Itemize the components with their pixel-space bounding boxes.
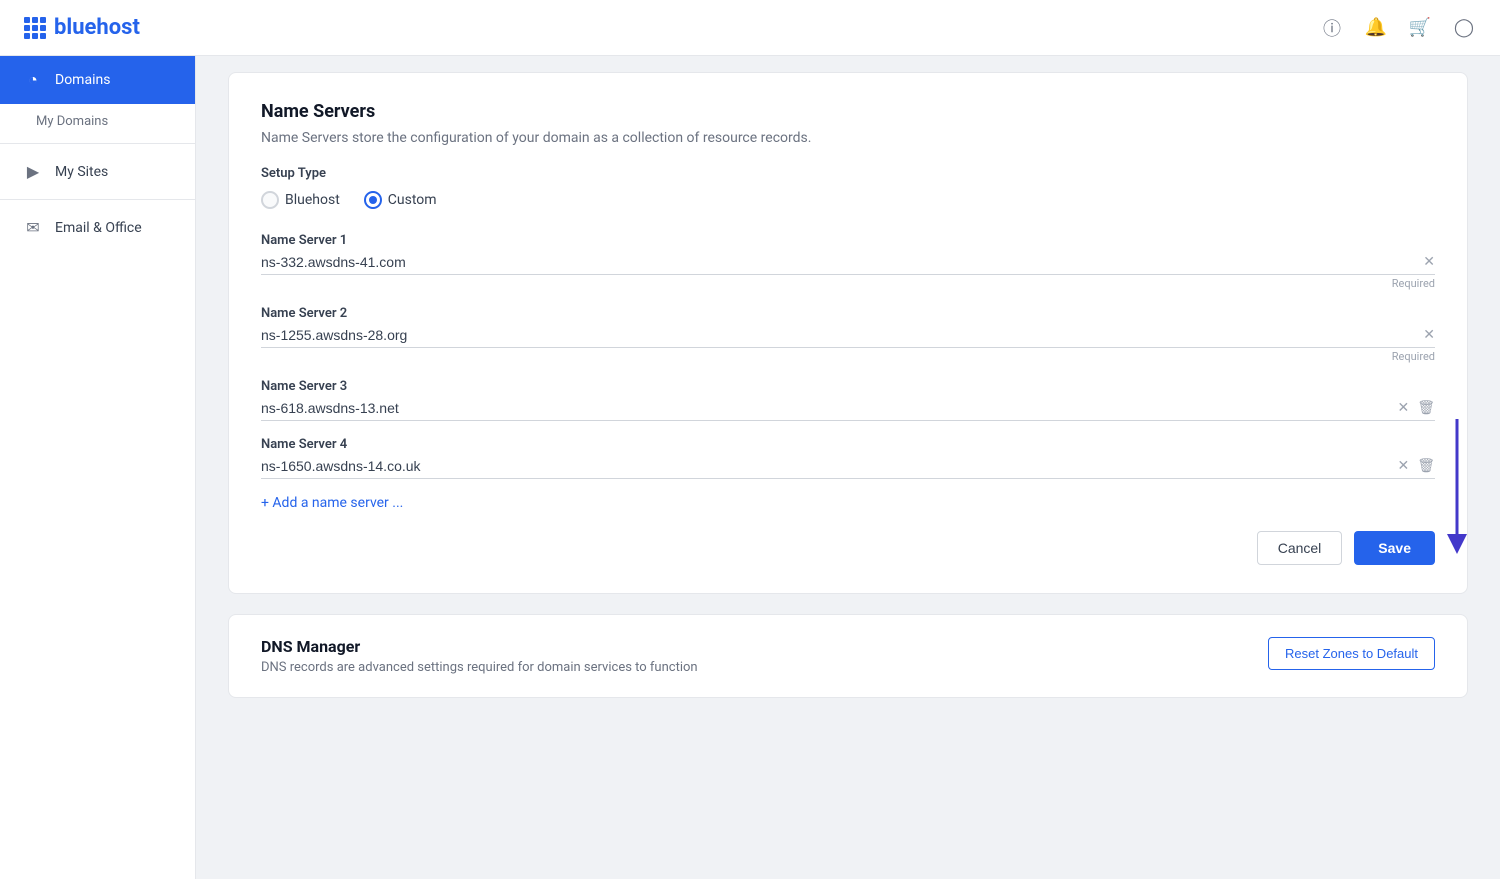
cancel-button[interactable]: Cancel: [1257, 531, 1343, 565]
radio-bluehost[interactable]: Bluehost: [261, 191, 340, 209]
ns-clear-icon-1[interactable]: ✕: [1423, 254, 1435, 270]
ns-clear-icon-4[interactable]: ✕: [1397, 458, 1409, 474]
sidebar-email-office-label: Email & Office: [55, 220, 142, 236]
ns-clear-icon-3[interactable]: ✕: [1397, 400, 1409, 416]
sidebar-item-email-office[interactable]: ✉ Email & Office: [0, 204, 195, 251]
domains-icon: ◔: [23, 70, 43, 90]
ns-delete-icon-4[interactable]: 🗑: [1417, 458, 1435, 474]
sidebar-divider-2: [0, 199, 195, 200]
radio-bluehost-label: Bluehost: [285, 192, 340, 208]
email-icon: ✉: [23, 218, 43, 237]
save-button[interactable]: Save: [1354, 531, 1435, 565]
ns-hint-2: Required: [261, 350, 1435, 363]
ns-input-3[interactable]: [261, 400, 1389, 416]
ns-label-3: Name Server 3: [261, 379, 1435, 394]
ns-input-row-2: ✕: [261, 327, 1435, 348]
sidebar-domains-label: Domains: [55, 72, 110, 88]
ns-input-2[interactable]: [261, 327, 1415, 343]
radio-custom-circle: [364, 191, 382, 209]
ns-clear-icon-2[interactable]: ✕: [1423, 327, 1435, 343]
header: bluehost ⓘ 🔔 🛒 ◯: [0, 0, 1500, 56]
logo-text: bluehost: [54, 15, 140, 40]
arrow-annotation: [1437, 419, 1477, 563]
logo: bluehost: [24, 15, 1320, 40]
nameserver-field-4: Name Server 4 ✕ 🗑: [261, 437, 1435, 479]
nameserver-field-3: Name Server 3 ✕ 🗑: [261, 379, 1435, 421]
ns-input-row-1: ✕: [261, 254, 1435, 275]
cart-icon[interactable]: 🛒: [1408, 16, 1432, 40]
sidebar: ◔ Domains My Domains ▶ My Sites ✉ Email …: [0, 56, 196, 879]
sidebar-item-domains[interactable]: ◔ Domains: [0, 56, 195, 104]
dns-info: DNS Manager DNS records are advanced set…: [261, 637, 698, 675]
nameservers-card: Name Servers Name Servers store the conf…: [228, 72, 1468, 594]
card-description: Name Servers store the configuration of …: [261, 130, 1435, 146]
radio-bluehost-circle: [261, 191, 279, 209]
radio-custom[interactable]: Custom: [364, 191, 437, 209]
dns-manager-description: DNS records are advanced settings requir…: [261, 660, 698, 675]
notification-icon[interactable]: 🔔: [1364, 16, 1388, 40]
nameserver-field-1: Name Server 1 ✕ Required: [261, 233, 1435, 290]
logo-grid-icon: [24, 17, 46, 39]
sidebar-divider: [0, 143, 195, 144]
add-name-server-link[interactable]: + Add a name server ...: [261, 495, 1435, 511]
nameserver-field-2: Name Server 2 ✕ Required: [261, 306, 1435, 363]
ns-input-row-4: ✕ 🗑: [261, 458, 1435, 479]
dns-manager-title: DNS Manager: [261, 637, 698, 656]
add-server-label: + Add a name server ...: [261, 495, 403, 511]
header-icons: ⓘ 🔔 🛒 ◯: [1320, 16, 1476, 40]
profile-icon[interactable]: ◯: [1452, 16, 1476, 40]
dns-manager-card: DNS Manager DNS records are advanced set…: [228, 614, 1468, 698]
reset-zones-button[interactable]: Reset Zones to Default: [1268, 637, 1435, 670]
sidebar-item-my-sites[interactable]: ▶ My Sites: [0, 148, 195, 195]
ns-label-1: Name Server 1: [261, 233, 1435, 248]
ns-input-row-3: ✕ 🗑: [261, 400, 1435, 421]
card-title: Name Servers: [261, 101, 1435, 122]
setup-type-label: Setup Type: [261, 166, 1435, 181]
help-icon[interactable]: ⓘ: [1320, 16, 1344, 40]
ns-label-4: Name Server 4: [261, 437, 1435, 452]
main-content: Name Servers Name Servers store the conf…: [196, 56, 1500, 879]
layout: ◔ Domains My Domains ▶ My Sites ✉ Email …: [0, 56, 1500, 879]
ns-input-1[interactable]: [261, 254, 1415, 270]
ns-delete-icon-3[interactable]: 🗑: [1417, 400, 1435, 416]
ns-hint-1: Required: [261, 277, 1435, 290]
wordpress-icon: ▶: [23, 162, 43, 181]
ns-label-2: Name Server 2: [261, 306, 1435, 321]
card-actions: Cancel Save: [261, 531, 1435, 565]
ns-input-4[interactable]: [261, 458, 1389, 474]
radio-custom-label: Custom: [388, 192, 437, 208]
sidebar-item-my-domains[interactable]: My Domains: [0, 104, 195, 139]
sidebar-my-sites-label: My Sites: [55, 164, 108, 180]
radio-group: Bluehost Custom: [261, 191, 1435, 209]
